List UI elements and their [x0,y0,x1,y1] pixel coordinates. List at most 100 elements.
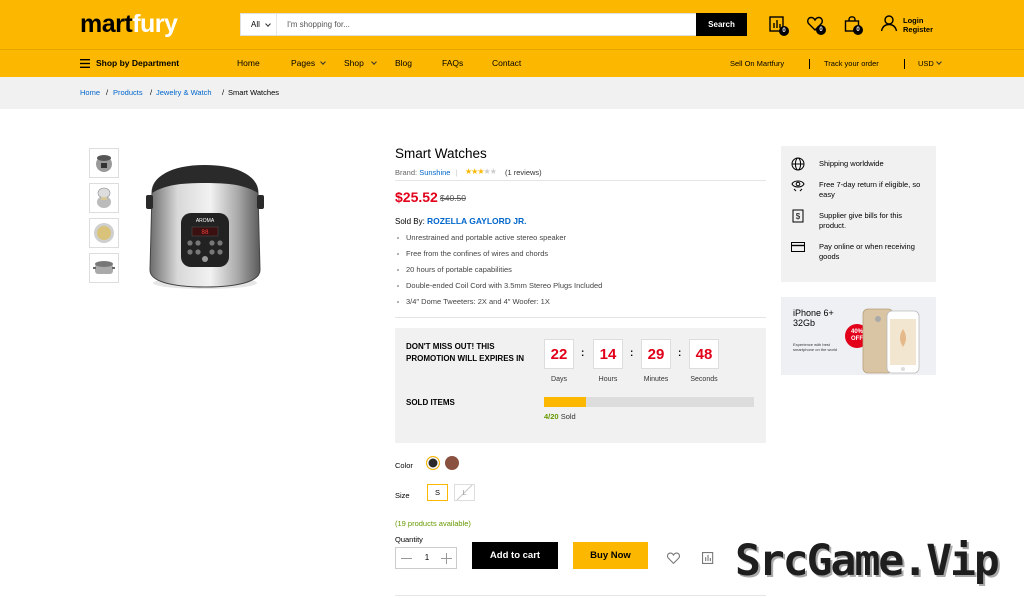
heart-icon[interactable] [666,551,681,565]
svg-text:88: 88 [201,229,209,236]
compare-button[interactable]: 0 [768,15,789,36]
plus-icon[interactable] [441,553,452,564]
color-swatch-black[interactable] [426,456,440,470]
hamburger-menu-icon [80,59,90,68]
chevron-down-icon [371,59,377,65]
product-old-price: $40.50 [440,193,466,203]
color-swatch-brown[interactable] [445,456,459,470]
compare-count-badge: 0 [779,26,789,36]
user-icon[interactable] [880,14,898,32]
login-link[interactable]: Login [903,16,933,25]
gallery-thumbnail[interactable] [89,148,119,178]
add-to-cart-button[interactable]: Add to cart [472,542,558,569]
size-option-s[interactable]: S [427,484,448,501]
compare-icon[interactable] [701,551,715,565]
nav-home[interactable]: Home [237,50,260,77]
register-link[interactable]: Register [903,25,933,34]
breadcrumb-home[interactable]: Home [80,77,100,109]
product-main-image[interactable]: AROMA 88 [140,155,270,295]
minus-icon[interactable] [401,553,412,564]
brand-link[interactable]: Sunshine [419,168,450,177]
divider [395,317,766,318]
ad-title: iPhone 6+ 32Gb [793,308,834,328]
nav-pages[interactable]: Pages [291,50,315,77]
quantity-input[interactable]: 1 [418,548,436,568]
track-order-link[interactable]: Track your order [824,50,879,77]
svg-text:$: $ [796,212,801,221]
nav-blog[interactable]: Blog [395,50,412,77]
gallery-thumbnail[interactable] [89,253,119,283]
product-price: $25.52 [395,189,438,205]
search-input[interactable]: I'm shopping for... [287,14,350,35]
nav-shop[interactable]: Shop [344,50,364,77]
countdown-hours: 14 [593,339,623,369]
product-title: Smart Watches [395,146,487,161]
gallery-thumbnail[interactable] [89,183,119,213]
svg-text:AROMA: AROMA [196,218,215,224]
feature-item: Unrestrained and portable active stereo … [397,233,566,242]
search-category-select[interactable]: All [241,14,277,35]
buy-now-button[interactable]: Buy Now [573,542,648,569]
breadcrumb: Home / Products / Jewelry & Watch / Smar… [0,77,1024,109]
shop-by-department-menu[interactable]: Shop by Department [80,50,179,77]
countdown-minutes: 29 [641,339,671,369]
breadcrumb-current: Smart Watches [228,88,279,97]
feature-item: 3/4″ Dome Tweeters: 2X and 4″ Woofer: 1X [397,297,550,306]
feature-item: Free from the confines of wires and chor… [397,249,548,258]
login-register: Login Register [903,16,933,34]
wishlist-count-badge: 0 [816,25,826,35]
gallery-thumbnail[interactable] [89,218,119,248]
promotion-countdown: DON'T MISS OUT! THIS PROMOTION WILL EXPI… [395,328,766,443]
sold-count: 4/20 Sold [544,412,576,421]
review-count[interactable]: (1 reviews) [505,168,542,177]
sell-on-martfury-link[interactable]: Sell On Martfury [730,50,784,77]
countdown-days-label: Days [551,376,567,383]
nav-faqs[interactable]: FAQs [442,50,463,77]
cart-count-badge: 0 [853,25,863,35]
countdown-days: 22 [544,339,574,369]
nav-divider [809,59,810,69]
product-brand: Brand: Sunshine | [395,168,458,177]
divider [395,180,766,181]
search-button[interactable]: Search [696,13,747,36]
credit-card-icon [791,242,805,252]
chevron-down-icon [320,59,326,65]
breadcrumb-category[interactable]: Jewelry & Watch [156,77,212,109]
divider [395,595,766,596]
search-bar: All I'm shopping for... Search [240,13,747,36]
header-bar: martfury All I'm shopping for... Search … [0,0,1024,49]
wishlist-button[interactable]: 0 [806,15,826,35]
feature-item: Double-ended Coil Cord with 3.5mm Stereo… [397,281,602,290]
rating-stars: ★★★★★ [465,167,497,176]
countdown-minutes-label: Minutes [643,376,669,383]
nav-contact[interactable]: Contact [492,50,521,77]
watermark: SrcGame.Vip [735,536,1000,586]
ad-subtitle: Experience with best smartphone on the w… [793,342,838,352]
site-logo[interactable]: martfury [80,10,178,39]
size-label: Size [395,491,410,500]
chevron-down-icon [265,21,271,27]
department-label: Shop by Department [96,58,180,68]
return-icon [791,180,805,192]
quantity-stepper: 1 [395,547,457,569]
nav-divider [904,59,905,69]
globe-icon [791,157,805,171]
seller-link[interactable]: ROZELLA GAYLORD JR. [427,216,527,226]
breadcrumb-separator: / [150,88,153,97]
size-option-l[interactable]: L [454,484,475,501]
breadcrumb-separator: / [222,88,225,97]
currency-select[interactable]: USD [918,50,934,77]
chevron-down-icon [936,59,942,65]
color-label: Color [395,461,413,470]
star-empty-icon: ★ [489,167,497,176]
countdown-hours-label: Hours [598,376,618,383]
stock-availability: (19 products available) [395,519,471,528]
sold-items-label: SOLD ITEMS [406,398,455,407]
iphone-promo-banner[interactable]: iPhone 6+ 32Gb Experience with best smar… [781,297,936,375]
cart-button[interactable]: 0 [843,15,863,35]
quantity-label: Quantity [395,535,423,544]
breadcrumb-products[interactable]: Products [113,77,143,109]
countdown-seconds-label: Seconds [690,376,718,383]
sold-progress-bar [544,397,754,407]
receipt-icon: $ [792,209,804,223]
